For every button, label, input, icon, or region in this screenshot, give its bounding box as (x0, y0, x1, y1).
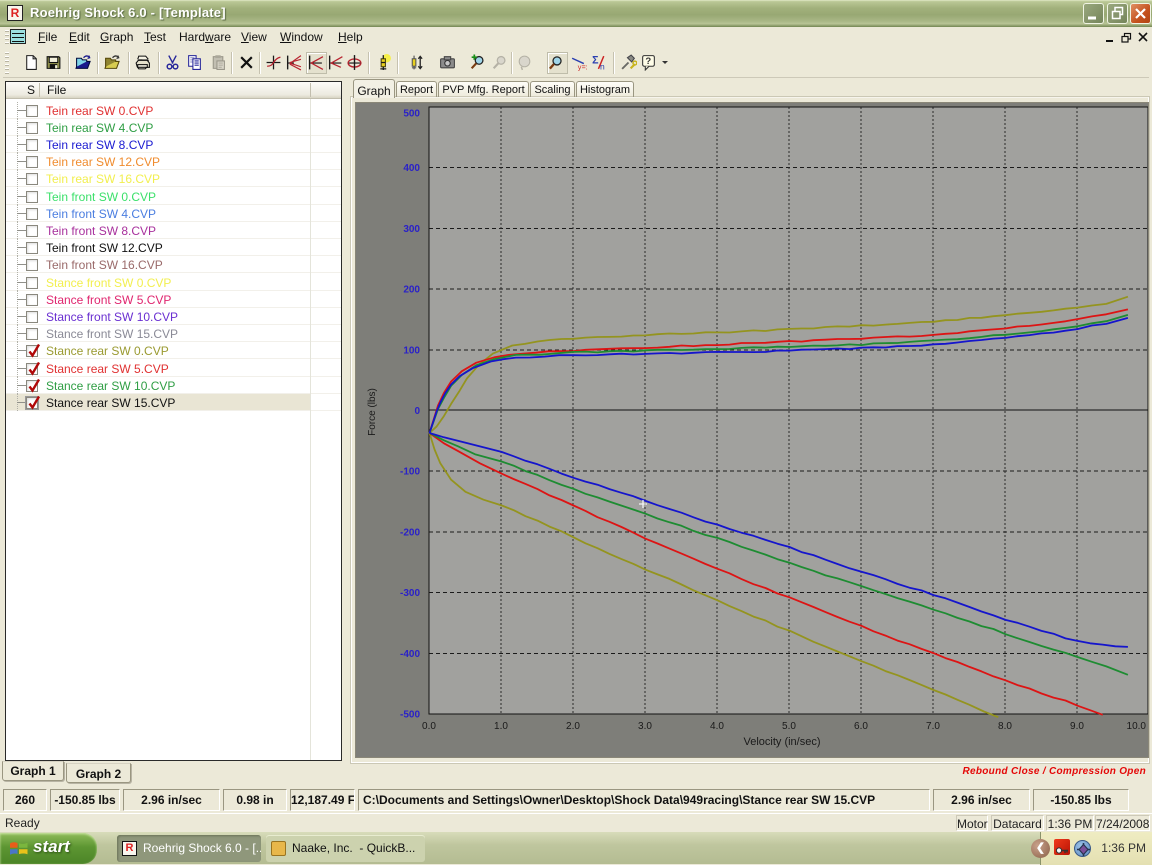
svg-text:Σ: Σ (592, 55, 599, 67)
svg-text:-200: -200 (400, 527, 420, 538)
svg-text:2.0: 2.0 (566, 721, 580, 732)
svg-text:9.0: 9.0 (1070, 721, 1084, 732)
svg-text:y=x: y=x (577, 64, 587, 71)
svg-text:8.0: 8.0 (998, 721, 1012, 732)
svg-text:4.0: 4.0 (710, 721, 724, 732)
svg-text:1.0: 1.0 (494, 721, 508, 732)
svg-text:-300: -300 (400, 588, 420, 599)
svg-text:-100: -100 (400, 467, 420, 478)
svg-text:10.0: 10.0 (1127, 721, 1147, 732)
svg-text:0: 0 (414, 406, 420, 417)
svg-text:-400: -400 (400, 649, 420, 660)
svg-text:7.0: 7.0 (926, 721, 940, 732)
svg-text:5.0: 5.0 (782, 721, 796, 732)
svg-text:500: 500 (403, 109, 420, 120)
svg-text:?: ? (645, 56, 651, 67)
svg-text:200: 200 (403, 285, 420, 296)
svg-text:3.0: 3.0 (638, 721, 652, 732)
svg-text:Force (lbs): Force (lbs) (367, 388, 378, 436)
svg-text:Velocity (in/sec): Velocity (in/sec) (743, 736, 820, 748)
svg-text:n: n (600, 61, 605, 71)
svg-text:300: 300 (403, 224, 420, 235)
svg-text:-500: -500 (400, 710, 420, 721)
svg-text:100: 100 (403, 345, 420, 356)
svg-text:0.0: 0.0 (422, 721, 436, 732)
svg-text:6.0: 6.0 (854, 721, 868, 732)
svg-text:400: 400 (403, 163, 420, 174)
